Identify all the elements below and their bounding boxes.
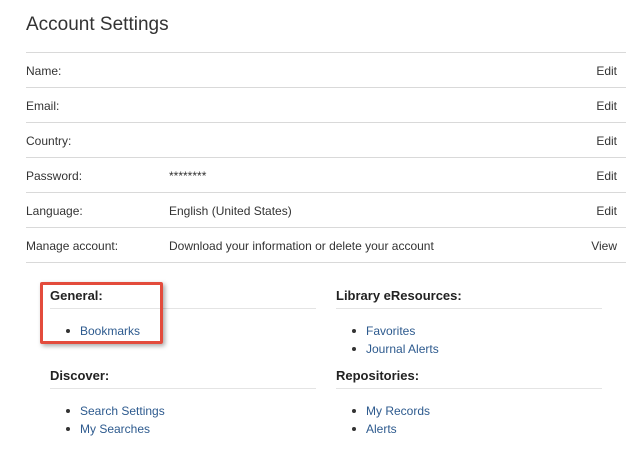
repositories-link-list: My Records Alerts bbox=[336, 402, 602, 438]
row-label: Language: bbox=[26, 204, 83, 218]
section-general: General: Bookmarks bbox=[50, 288, 316, 340]
edit-email-link[interactable]: Edit bbox=[596, 99, 617, 113]
list-item: Bookmarks bbox=[50, 322, 316, 340]
bullet-icon bbox=[66, 427, 70, 431]
section-heading-general: General: bbox=[50, 288, 316, 309]
section-heading-discover: Discover: bbox=[50, 368, 316, 389]
bookmarks-link[interactable]: Bookmarks bbox=[80, 324, 140, 338]
settings-row-name: Name: Edit bbox=[26, 53, 626, 88]
bullet-icon bbox=[352, 409, 356, 413]
section-repositories: Repositories: My Records Alerts bbox=[336, 368, 602, 438]
password-masked-value: ******** bbox=[169, 169, 207, 183]
general-link-list: Bookmarks bbox=[50, 322, 316, 340]
alerts-link[interactable]: Alerts bbox=[366, 422, 397, 436]
bullet-icon bbox=[66, 329, 70, 333]
edit-password-link[interactable]: Edit bbox=[596, 169, 617, 183]
settings-row-language: Language: English (United States) Edit bbox=[26, 193, 626, 228]
page-title: Account Settings bbox=[26, 14, 169, 35]
my-records-link[interactable]: My Records bbox=[366, 404, 430, 418]
row-label: Name: bbox=[26, 64, 62, 78]
account-settings-table: Name: Edit Email: Edit Country: Edit Pas… bbox=[26, 52, 626, 263]
bullet-icon bbox=[352, 347, 356, 351]
list-item: Search Settings bbox=[50, 402, 316, 420]
list-item: Alerts bbox=[336, 420, 602, 438]
list-item: Journal Alerts bbox=[336, 340, 602, 358]
edit-language-link[interactable]: Edit bbox=[596, 204, 617, 218]
bullet-icon bbox=[352, 329, 356, 333]
section-heading-library: Library eResources: bbox=[336, 288, 602, 309]
list-item: My Records bbox=[336, 402, 602, 420]
discover-link-list: Search Settings My Searches bbox=[50, 402, 316, 438]
settings-row-email: Email: Edit bbox=[26, 88, 626, 123]
favorites-link[interactable]: Favorites bbox=[366, 324, 415, 338]
bullet-icon bbox=[352, 427, 356, 431]
section-heading-repositories: Repositories: bbox=[336, 368, 602, 389]
my-searches-link[interactable]: My Searches bbox=[80, 422, 150, 436]
edit-name-link[interactable]: Edit bbox=[596, 64, 617, 78]
row-label: Country: bbox=[26, 134, 72, 148]
view-manage-account-link[interactable]: View bbox=[591, 239, 617, 253]
section-discover: Discover: Search Settings My Searches bbox=[50, 368, 316, 438]
library-link-list: Favorites Journal Alerts bbox=[336, 322, 602, 358]
row-label: Password: bbox=[26, 169, 83, 183]
edit-country-link[interactable]: Edit bbox=[596, 134, 617, 148]
settings-row-password: Password: ******** Edit bbox=[26, 158, 626, 193]
row-label: Email: bbox=[26, 99, 60, 113]
manage-account-description: Download your information or delete your… bbox=[169, 239, 434, 253]
search-settings-link[interactable]: Search Settings bbox=[80, 404, 165, 418]
row-label: Manage account: bbox=[26, 239, 119, 253]
section-library-eresources: Library eResources: Favorites Journal Al… bbox=[336, 288, 602, 358]
bullet-icon bbox=[66, 409, 70, 413]
journal-alerts-link[interactable]: Journal Alerts bbox=[366, 342, 439, 356]
settings-row-country: Country: Edit bbox=[26, 123, 626, 158]
list-item: Favorites bbox=[336, 322, 602, 340]
language-value: English (United States) bbox=[169, 204, 292, 218]
list-item: My Searches bbox=[50, 420, 316, 438]
settings-row-manage-account: Manage account: Download your informatio… bbox=[26, 228, 626, 263]
